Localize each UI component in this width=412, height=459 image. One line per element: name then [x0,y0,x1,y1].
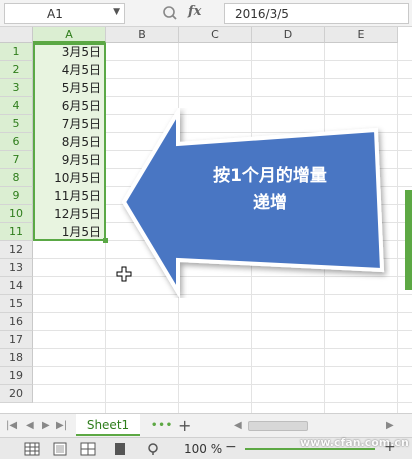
scroll-left-icon[interactable]: ◀ [234,420,242,431]
sheet-tab-bar: |◀ ◀ ▶ ▶| Sheet1 ••• + ◀ ▶ [0,413,412,437]
cell-a[interactable]: 1月5日 [33,223,104,241]
eye-protection-icon[interactable] [146,442,162,456]
name-box[interactable]: A1 ▼ [4,3,125,24]
cell-a[interactable]: 9月5日 [33,151,104,169]
row-header[interactable]: 2 [0,61,33,79]
row-header[interactable]: 20 [0,385,33,403]
horizontal-scrollbar[interactable]: ◀ ▶ [234,420,394,432]
select-all-corner[interactable] [0,27,33,43]
row-header[interactable]: 6 [0,133,33,151]
formula-bar: A1 ▼ fx 2016/3/5 [0,0,412,27]
row-header[interactable]: 9 [0,187,33,205]
watermark: www.cfan.com.cn [300,436,409,449]
last-sheet-icon[interactable]: ▶| [56,420,67,431]
zoom-level[interactable]: 100 % [184,442,222,456]
chevron-down-icon[interactable]: ▼ [113,7,120,17]
search-icon[interactable] [162,5,178,21]
callout-line-2: 递增 [253,193,287,213]
cell-a[interactable]: 3月5日 [33,43,104,61]
row-header[interactable]: 15 [0,295,33,313]
row-header[interactable]: 17 [0,331,33,349]
tab-sheet1[interactable]: Sheet1 [76,414,140,436]
first-sheet-icon[interactable]: |◀ [6,420,17,431]
cell-a[interactable]: 7月5日 [33,115,104,133]
more-sheets-icon[interactable]: ••• [151,420,173,431]
formula-value: 2016/3/5 [235,7,289,21]
scroll-right-icon[interactable]: ▶ [386,420,394,431]
row-header[interactable]: 14 [0,277,33,295]
row-header[interactable]: 7 [0,151,33,169]
row-header[interactable]: 13 [0,259,33,277]
add-sheet-icon[interactable]: + [178,416,191,435]
cell-a[interactable]: 12月5日 [33,205,104,223]
callout-text: 按1个月的增量 递增 [170,163,370,217]
row-header[interactable]: 19 [0,367,33,385]
cell-a[interactable]: 8月5日 [33,133,104,151]
row-header[interactable]: 3 [0,79,33,97]
next-sheet-icon[interactable]: ▶ [42,420,50,431]
cell-a[interactable]: 4月5日 [33,61,104,79]
normal-view-icon[interactable] [24,442,40,456]
cell-reference: A1 [47,7,63,21]
column-header-b[interactable]: B [106,27,179,43]
cell-a[interactable]: 11月5日 [33,187,104,205]
side-panel-toggle[interactable] [405,190,412,290]
function-icon[interactable]: fx [188,4,201,19]
scroll-thumb[interactable] [248,421,308,431]
row-header[interactable]: 1 [0,43,33,61]
prev-sheet-icon[interactable]: ◀ [26,420,34,431]
cell-a[interactable]: 5月5日 [33,79,104,97]
row-header[interactable]: 4 [0,97,33,115]
zoom-out-button[interactable]: − [225,439,237,455]
cell-cursor-icon [116,266,132,282]
row-header[interactable]: 12 [0,241,33,259]
page-break-icon[interactable] [80,442,96,456]
formula-input[interactable]: 2016/3/5 [224,3,409,24]
row-header[interactable]: 8 [0,169,33,187]
row-header[interactable]: 11 [0,223,33,241]
cell-a[interactable]: 6月5日 [33,97,104,115]
row-header[interactable]: 10 [0,205,33,223]
row-header[interactable]: 18 [0,349,33,367]
callout-line-1: 按1个月的增量 [213,166,327,186]
column-header-a[interactable]: A [33,27,106,43]
column-header-d[interactable]: D [252,27,325,43]
cell-a[interactable]: 10月5日 [33,169,104,187]
reading-mode-icon[interactable] [112,442,128,456]
column-header-c[interactable]: C [179,27,252,43]
row-header[interactable]: 16 [0,313,33,331]
row-header[interactable]: 5 [0,115,33,133]
page-layout-icon[interactable] [52,442,68,456]
column-header-e[interactable]: E [325,27,398,43]
